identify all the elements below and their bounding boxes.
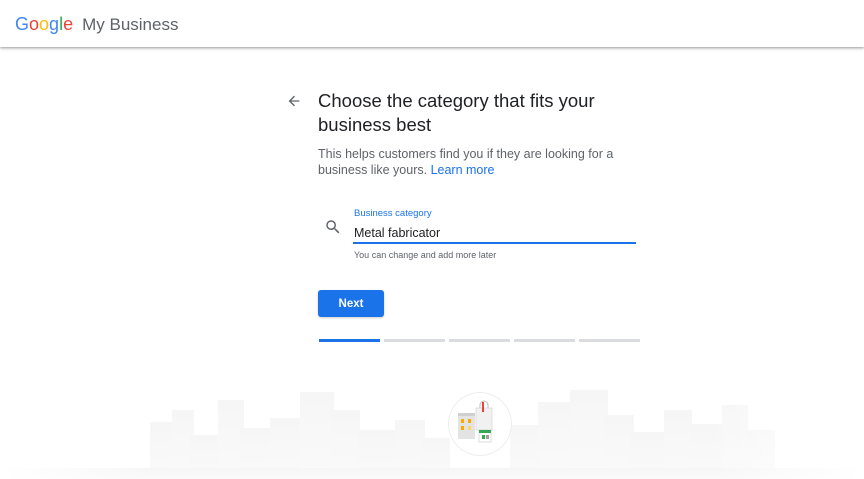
next-button[interactable]: Next	[318, 290, 384, 317]
step-progress-bar	[319, 339, 641, 343]
progress-step-4	[514, 339, 575, 342]
progress-step-2	[384, 339, 445, 342]
search-icon	[326, 220, 340, 234]
google-my-business-logo[interactable]: Google My Business	[15, 14, 178, 35]
progress-step-5	[579, 339, 640, 342]
onboarding-step: Choose the category that fits your busin…	[0, 0, 864, 479]
field-helper-text: You can change and add more later	[354, 250, 497, 260]
logo-letter: e	[63, 14, 74, 34]
google-wordmark: Google	[15, 14, 78, 34]
page-subtitle: This helps customers find you if they ar…	[318, 146, 638, 178]
logo-letter: o	[29, 14, 40, 34]
learn-more-link[interactable]: Learn more	[431, 163, 495, 177]
logo-letter: G	[15, 14, 30, 34]
shop-bag-icon	[450, 394, 510, 454]
logo-letter: o	[39, 14, 50, 34]
progress-step-3	[449, 339, 510, 342]
app-header: Google My Business	[0, 0, 864, 47]
back-button[interactable]	[283, 90, 305, 112]
progress-step-1	[319, 339, 380, 342]
business-category-label: Business category	[354, 208, 432, 219]
product-name: My Business	[82, 15, 179, 34]
logo-letter: g	[49, 14, 60, 34]
business-category-input[interactable]	[353, 224, 636, 244]
storefront-illustration	[449, 393, 511, 455]
arrow-left-icon	[288, 95, 300, 107]
page-title: Choose the category that fits your busin…	[318, 90, 595, 135]
